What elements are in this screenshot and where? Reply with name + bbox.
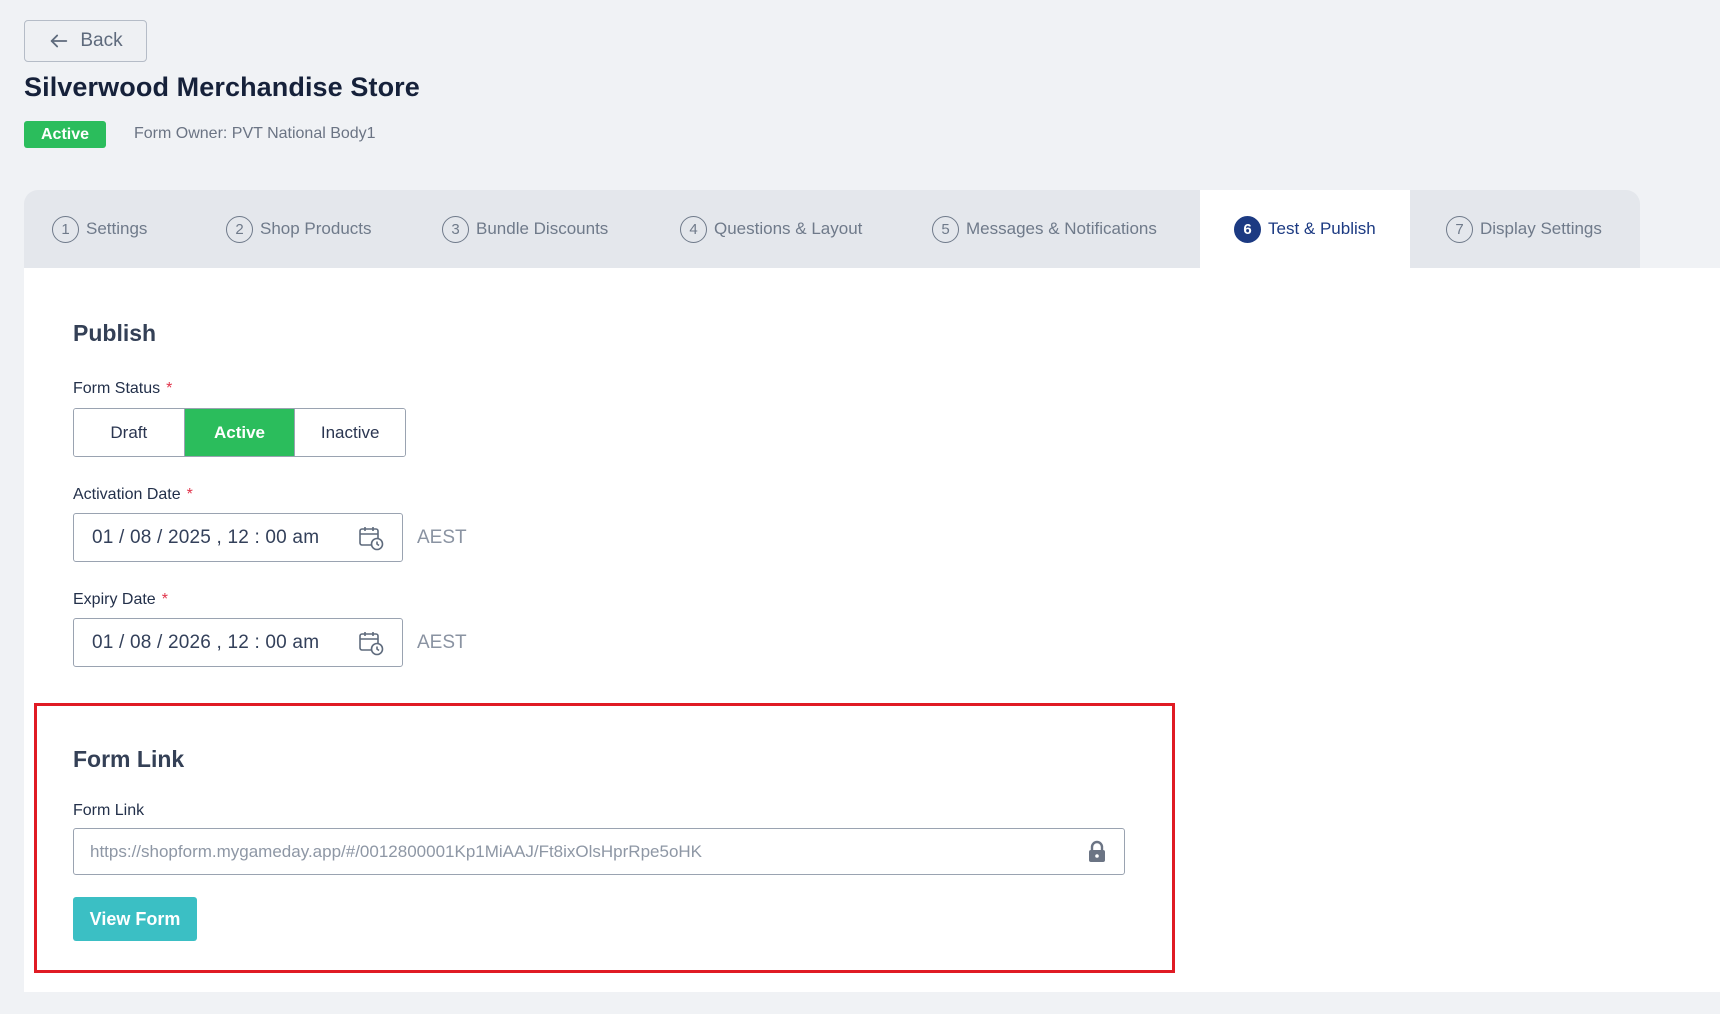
tab-questions-layout[interactable]: 4 Questions & Layout bbox=[680, 190, 862, 268]
tab-label: Shop Products bbox=[260, 219, 372, 238]
form-link-value: https://shopform.mygameday.app/#/0012800… bbox=[90, 841, 703, 861]
expiry-date-input[interactable]: 01 / 08 / 2026 , 12 : 00 am bbox=[73, 618, 403, 667]
step-number: 7 bbox=[1446, 215, 1473, 243]
tab-label: Bundle Discounts bbox=[476, 219, 609, 238]
status-active-button[interactable]: Active bbox=[184, 409, 296, 456]
step-number: 3 bbox=[442, 215, 469, 243]
view-form-button[interactable]: View Form bbox=[73, 897, 197, 941]
step-number: 2 bbox=[226, 215, 253, 243]
back-button-label: Back bbox=[80, 30, 123, 51]
tab-label: Display Settings bbox=[1480, 219, 1602, 238]
calendar-clock-icon[interactable] bbox=[358, 630, 384, 656]
status-badge: Active bbox=[24, 121, 106, 148]
form-link-section-title: Form Link bbox=[73, 746, 185, 772]
arrow-left-icon bbox=[51, 34, 68, 48]
tab-display-settings[interactable]: 7 Display Settings bbox=[1446, 190, 1602, 268]
timezone-label: AEST bbox=[417, 632, 467, 653]
tab-label: Settings bbox=[86, 219, 148, 238]
activation-date-label: Activation Date * bbox=[73, 486, 193, 503]
form-link-field-label: Form Link bbox=[73, 802, 145, 819]
tab-test-publish[interactable]: 6 Test & Publish bbox=[1200, 190, 1410, 268]
expiry-date-value: 01 / 08 / 2026 , 12 : 00 am bbox=[92, 631, 320, 653]
activation-date-value: 01 / 08 / 2025 , 12 : 00 am bbox=[92, 526, 320, 548]
tab-bundle-discounts[interactable]: 3 Bundle Discounts bbox=[442, 190, 608, 268]
tab-label: Test & Publish bbox=[1268, 219, 1376, 238]
required-mark: * bbox=[161, 591, 168, 608]
form-link-input[interactable]: https://shopform.mygameday.app/#/0012800… bbox=[73, 828, 1125, 875]
calendar-clock-icon[interactable] bbox=[358, 525, 384, 551]
tab-shop-products[interactable]: 2 Shop Products bbox=[226, 190, 372, 268]
status-draft-button[interactable]: Draft bbox=[74, 409, 185, 456]
step-number: 6 bbox=[1234, 215, 1261, 243]
back-button[interactable]: Back bbox=[24, 20, 147, 62]
expiry-date-label: Expiry Date * bbox=[73, 591, 168, 608]
tab-label: Messages & Notifications bbox=[966, 219, 1157, 238]
step-number: 5 bbox=[932, 215, 959, 243]
tab-label: Questions & Layout bbox=[714, 219, 863, 238]
form-status-label: Form Status * bbox=[73, 380, 173, 397]
step-number: 4 bbox=[680, 215, 707, 243]
form-status-toggle: Draft Active Inactive bbox=[73, 408, 406, 457]
page-title: Silverwood Merchandise Store bbox=[24, 72, 420, 102]
timezone-label: AEST bbox=[417, 527, 467, 548]
lock-icon bbox=[1089, 840, 1105, 862]
activation-date-input[interactable]: 01 / 08 / 2025 , 12 : 00 am bbox=[73, 513, 403, 562]
required-mark: * bbox=[186, 486, 193, 503]
status-inactive-button[interactable]: Inactive bbox=[295, 409, 405, 456]
publish-section-title: Publish bbox=[73, 320, 157, 346]
required-mark: * bbox=[166, 380, 173, 397]
wizard-tabs: 1 Settings 2 Shop Products 3 Bundle Disc… bbox=[24, 190, 1640, 268]
step-number: 1 bbox=[52, 215, 79, 243]
form-owner: Form Owner: PVT National Body1 bbox=[134, 125, 376, 142]
tab-messages-notifications[interactable]: 5 Messages & Notifications bbox=[932, 190, 1157, 268]
tab-settings[interactable]: 1 Settings bbox=[52, 190, 147, 268]
